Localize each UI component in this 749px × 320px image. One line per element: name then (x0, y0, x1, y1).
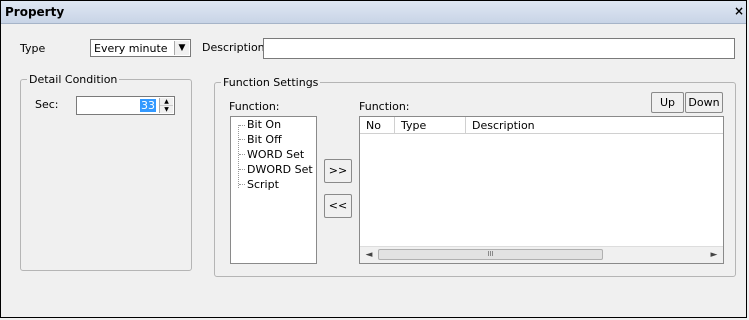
column-header-description[interactable]: Description (466, 117, 723, 134)
tree-connector (239, 169, 245, 170)
tree-item-dword-set[interactable]: DWORD Set (247, 163, 313, 176)
title-bar[interactable]: Property × (1, 1, 746, 24)
stepper-down-icon[interactable]: ▼ (160, 106, 173, 113)
available-functions-tree[interactable]: Bit On Bit Off WORD Set DWORD Set Script (230, 116, 317, 264)
tree-connector (239, 125, 245, 126)
tree-connector (239, 184, 245, 185)
scroll-left-icon[interactable]: ◄ (361, 247, 377, 263)
function-settings-legend: Function Settings (221, 76, 321, 89)
description-label: Description: (202, 41, 269, 54)
type-select-value: Every minute (94, 42, 168, 55)
scroll-right-icon[interactable]: ► (706, 247, 722, 263)
move-down-button[interactable]: Down (685, 92, 723, 113)
tree-item-bit-on[interactable]: Bit On (247, 118, 281, 131)
type-label: Type (20, 42, 46, 55)
column-header-type[interactable]: Type (395, 117, 466, 134)
dialog-footer (2, 291, 746, 317)
tree-connector (239, 154, 245, 155)
stepper-up-icon[interactable]: ▲ (160, 98, 173, 106)
description-input[interactable] (263, 38, 735, 59)
detail-condition-legend: Detail Condition (27, 73, 120, 86)
sec-stepper-buttons: ▲ ▼ (159, 98, 173, 113)
type-select[interactable]: Every minute ▼ (90, 39, 191, 57)
tree-connector (239, 139, 245, 140)
window-title: Property (5, 5, 65, 19)
add-function-button[interactable]: >> (324, 159, 352, 183)
sec-stepper[interactable]: 33 ▲ ▼ (76, 96, 175, 115)
chevron-down-icon[interactable]: ▼ (174, 41, 189, 55)
column-header-no[interactable]: No (360, 117, 395, 134)
horizontal-scrollbar[interactable]: ◄ III ► (360, 246, 723, 263)
tree-connector (238, 125, 240, 188)
remove-function-button[interactable]: << (324, 194, 352, 218)
tree-item-script[interactable]: Script (247, 178, 279, 191)
sec-value[interactable]: 33 (140, 99, 156, 112)
available-functions-label: Function: (229, 100, 280, 113)
selected-functions-list[interactable]: No Type Description ◄ III ► (359, 116, 724, 264)
sec-label: Sec: (35, 98, 59, 111)
move-up-button[interactable]: Up (651, 92, 684, 113)
close-icon[interactable]: × (734, 4, 744, 18)
selected-functions-label: Function: (359, 100, 410, 113)
tree-item-bit-off[interactable]: Bit Off (247, 133, 282, 146)
tree-item-word-set[interactable]: WORD Set (247, 148, 304, 161)
scroll-thumb[interactable]: III (378, 249, 603, 260)
property-dialog: Property × Type Every minute ▼ Descripti… (0, 0, 747, 318)
